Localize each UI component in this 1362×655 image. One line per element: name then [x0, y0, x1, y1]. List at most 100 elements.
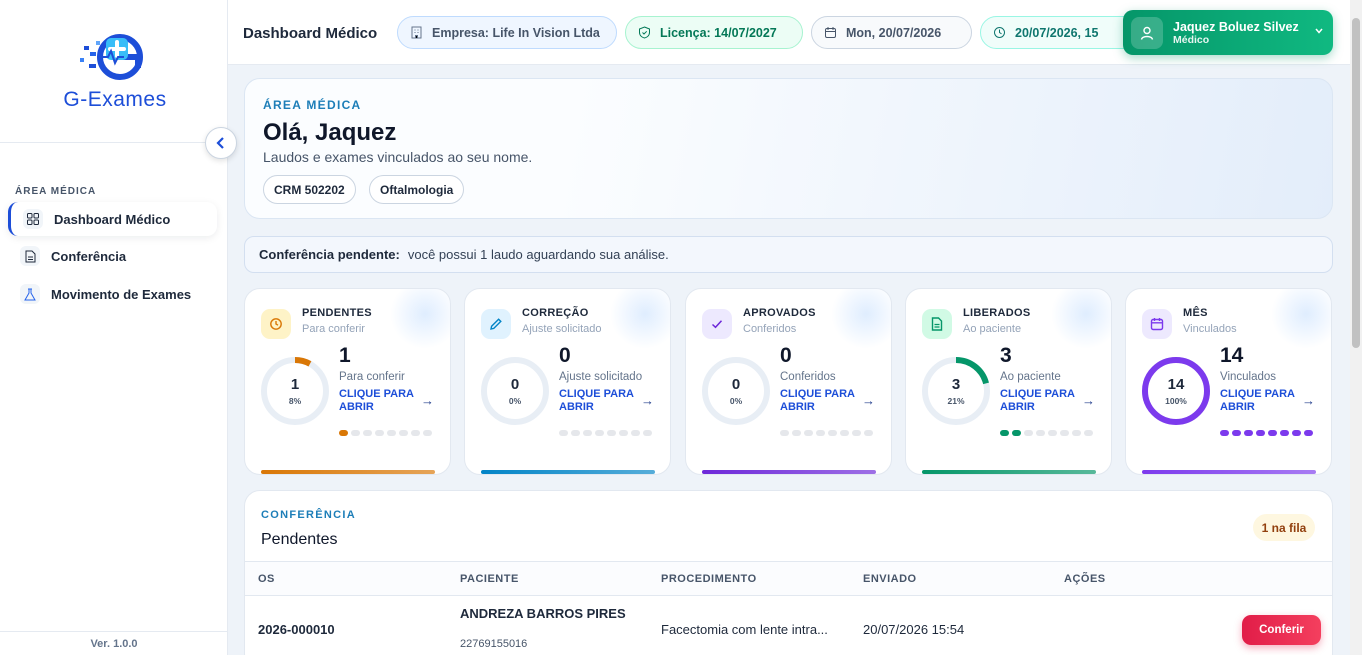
card-glow — [610, 289, 670, 349]
sidebar-divider — [0, 142, 228, 143]
stat-card-aprovados[interactable]: APROVADOS Conferidos 0 0% 0 Conferidos CLIQUE … — [685, 288, 892, 475]
progress-dot — [363, 430, 372, 436]
progress-dot — [423, 430, 432, 436]
card-glow — [831, 289, 891, 349]
specialty-tag: Oftalmologia — [369, 175, 465, 204]
user-icon — [1140, 26, 1154, 40]
progress-dot — [411, 430, 420, 436]
logo-text: G-Exames — [63, 88, 167, 111]
card-subtitle: Conferidos — [743, 323, 797, 335]
logo: G-Exames — [40, 26, 190, 121]
progress-dot — [816, 430, 825, 436]
card-count: 0 — [559, 344, 571, 367]
sidebar: G-Exames ÁREA MÉDICA Dashboard Médico Co… — [0, 0, 228, 655]
scrollbar-thumb[interactable] — [1352, 18, 1360, 348]
card-count: 3 — [1000, 344, 1012, 367]
stat-card-mês[interactable]: MÊS Vinculados 14 100% 14 Vinculados CLIQUE PA… — [1125, 288, 1332, 475]
sidebar-item-label: Conferência — [51, 248, 127, 264]
progress-dot — [619, 430, 628, 436]
progress-dots — [339, 430, 432, 436]
progress-dot — [804, 430, 813, 436]
progress-dot — [828, 430, 837, 436]
progress-dot — [1220, 430, 1229, 436]
arrow-right-icon[interactable]: → — [641, 393, 654, 408]
arrow-right-icon[interactable]: → — [1302, 393, 1315, 408]
building-icon — [411, 26, 422, 39]
sidebar-item-conferencia[interactable]: Conferência — [8, 239, 217, 273]
progress-dot — [399, 430, 408, 436]
user-menu-button[interactable]: Jaquez Boluez Silvez Médico — [1123, 10, 1333, 55]
progress-dot — [1268, 430, 1277, 436]
card-count: 1 — [339, 344, 351, 367]
card-accent-bar — [261, 470, 435, 474]
progress-dot — [1048, 430, 1057, 436]
license-label: Licença: 14/07/2027 — [660, 25, 777, 40]
progress-dot — [1292, 430, 1301, 436]
cell-patient-name: ANDREZA BARROS PIRES — [460, 606, 626, 621]
card-glow — [1051, 289, 1111, 349]
card-title: MÊS — [1183, 307, 1208, 319]
logo-mark-icon — [80, 34, 143, 80]
sidebar-item-dashboard[interactable]: Dashboard Médico — [8, 202, 217, 236]
open-link[interactable]: CLIQUE PARA ABRIR — [339, 388, 419, 414]
stat-card-pendentes[interactable]: PENDENTES Para conferir 1 8% 1 Para conferir C… — [244, 288, 451, 475]
page-scrollbar[interactable] — [1350, 0, 1362, 655]
cell-sent: 20/07/2026 15:54 — [863, 622, 965, 637]
alert-title: Conferência pendente: — [259, 247, 400, 262]
progress-dot — [387, 430, 396, 436]
card-count-label: Ao paciente — [1000, 371, 1061, 383]
arrow-right-icon[interactable]: → — [1082, 393, 1095, 408]
progress-dot — [375, 430, 384, 436]
ring-value: 3 — [951, 376, 961, 393]
clock-icon — [994, 27, 1005, 38]
progress-dot — [559, 430, 568, 436]
arrow-right-icon[interactable]: → — [421, 393, 434, 408]
progress-dot — [1000, 430, 1009, 436]
card-glow — [1271, 289, 1331, 349]
page-title: Dashboard Médico — [243, 25, 378, 42]
progress-dot — [1232, 430, 1241, 436]
user-name: Jaquez Boluez Silvez — [1173, 19, 1299, 34]
open-link[interactable]: CLIQUE PARA ABRIR — [559, 388, 639, 414]
open-link[interactable]: CLIQUE PARA ABRIR — [1000, 388, 1080, 414]
stat-card-correção[interactable]: CORREÇÃO Ajuste solicitado 0 0% 0 Ajuste soli… — [464, 288, 671, 475]
card-count-label: Ajuste solicitado — [559, 371, 643, 383]
card-accent-bar — [922, 470, 1096, 474]
card-title: CORREÇÃO — [522, 307, 589, 319]
cell-os: 2026-000010 — [258, 622, 335, 637]
card-accent-bar — [1142, 470, 1316, 474]
card-count-label: Vinculados — [1220, 371, 1277, 383]
open-link[interactable]: CLIQUE PARA ABRIR — [1220, 388, 1300, 414]
queue-badge: 1 na fila — [1253, 514, 1315, 541]
card-count: 14 — [1220, 344, 1244, 367]
calendar-icon — [1142, 309, 1172, 339]
conferir-button[interactable]: Conferir — [1242, 615, 1321, 645]
company-label: Empresa: Life In Vision Ltda — [432, 25, 600, 40]
progress-dot — [607, 430, 616, 436]
column-header-paciente: PACIENTE — [460, 573, 519, 585]
card-accent-bar — [481, 470, 655, 474]
conference-table-card: CONFERÊNCIA Pendentes 1 na fila OS PACIE… — [244, 490, 1333, 655]
progress-dot — [840, 430, 849, 436]
flask-icon — [20, 284, 40, 304]
shield-check-icon — [639, 26, 650, 39]
arrow-right-icon[interactable]: → — [862, 393, 875, 408]
stat-card-liberados[interactable]: LIBERADOS Ao paciente 3 21% 3 Ao paciente CLIQ… — [905, 288, 1112, 475]
card-glow — [390, 289, 450, 349]
sidebar-item-movimento[interactable]: Movimento de Exames — [8, 277, 217, 311]
sidebar-collapse-button[interactable] — [205, 127, 237, 159]
ring-value: 0 — [731, 376, 741, 393]
progress-dot — [631, 430, 640, 436]
app-root: G-Exames ÁREA MÉDICA Dashboard Médico Co… — [0, 0, 1362, 655]
progress-dot — [339, 430, 348, 436]
progress-dot — [792, 430, 801, 436]
cell-patient-id: 22769155016 — [460, 638, 528, 650]
sidebar-section-label: ÁREA MÉDICA — [15, 186, 97, 197]
open-link[interactable]: CLIQUE PARA ABRIR — [780, 388, 860, 414]
sidebar-item-label: Movimento de Exames — [51, 286, 192, 302]
conference-title: Pendentes — [261, 531, 338, 548]
ring-percent: 21% — [947, 396, 965, 406]
check-icon — [702, 309, 732, 339]
card-subtitle: Para conferir — [302, 323, 365, 335]
datetime-label: 20/07/2026, 15 — [1015, 25, 1099, 40]
